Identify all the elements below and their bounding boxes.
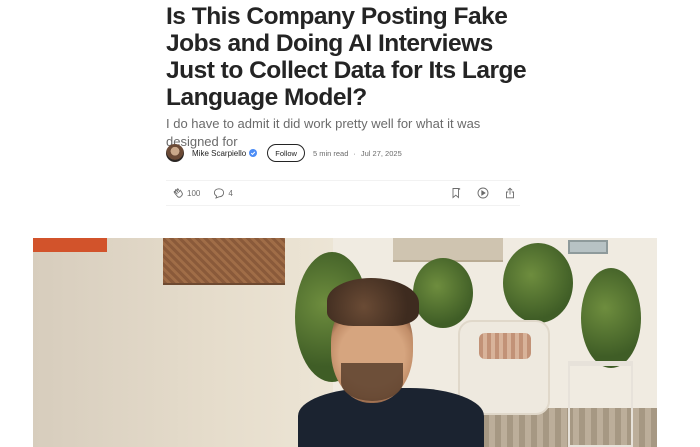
response-icon — [214, 188, 225, 199]
hero-plant-right — [503, 243, 573, 323]
hero-side-table — [568, 361, 633, 447]
verified-badge-icon — [249, 149, 258, 157]
clap-icon — [173, 188, 183, 198]
hero-image — [33, 238, 657, 447]
author-name[interactable]: Mike Scarpiello — [192, 149, 246, 158]
action-bar: 100 4 — [166, 180, 520, 206]
hero-plant-center — [413, 258, 473, 328]
hero-frame — [568, 240, 608, 254]
hero-orange-panel — [33, 238, 107, 252]
response-count: 4 — [228, 188, 233, 198]
save-button[interactable] — [450, 187, 462, 199]
byline: Mike Scarpiello Follow 5 min read · Jul … — [166, 143, 402, 163]
play-icon — [477, 187, 489, 199]
hero-plant-far-right — [581, 268, 641, 368]
secondary-actions — [435, 187, 520, 199]
author-avatar[interactable] — [166, 144, 184, 162]
follow-button[interactable]: Follow — [267, 144, 305, 162]
read-time: 5 min read — [312, 148, 349, 158]
listen-button[interactable] — [477, 187, 489, 199]
bookmark-icon — [452, 188, 461, 199]
clap-button[interactable]: 100 — [172, 187, 200, 199]
share-button[interactable] — [504, 187, 516, 199]
clap-count: 100 — [187, 188, 201, 198]
hero-pillow — [479, 333, 531, 359]
responses-button[interactable]: 4 — [213, 187, 233, 199]
meta-separator: · — [353, 148, 356, 158]
hero-wall-rug — [163, 238, 285, 285]
author-name-wrap[interactable]: Mike Scarpiello — [192, 149, 258, 158]
hero-person-beard — [341, 363, 403, 401]
publish-date: Jul 27, 2025 — [360, 148, 402, 158]
article-meta: 5 min read · Jul 27, 2025 — [313, 149, 402, 158]
share-icon — [506, 187, 514, 199]
hero-person-hair — [327, 278, 419, 326]
article-title: Is This Company Posting Fake Jobs and Do… — [166, 3, 527, 111]
article-header: Is This Company Posting Fake Jobs and Do… — [166, 0, 536, 151]
